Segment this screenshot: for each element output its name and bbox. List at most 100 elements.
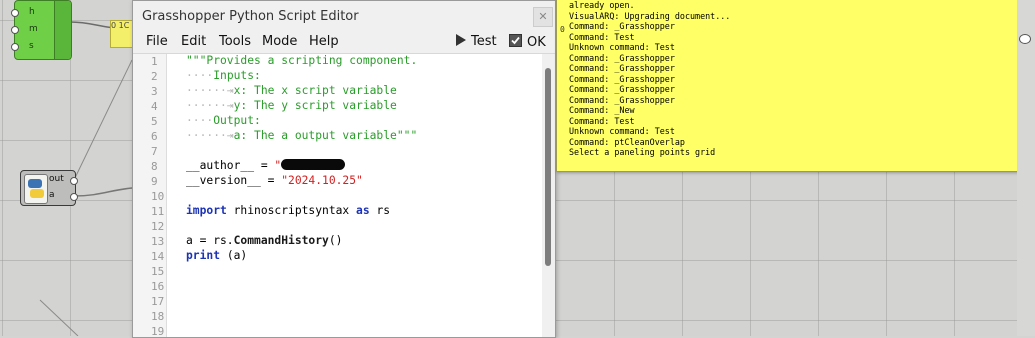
line-number: 6 bbox=[151, 130, 158, 143]
code-text: y: The y script variable bbox=[233, 99, 397, 112]
line-number: 16 bbox=[151, 280, 165, 293]
menu-file[interactable]: File bbox=[146, 34, 168, 49]
history-line: Select a paneling points grid bbox=[569, 147, 716, 157]
play-icon bbox=[456, 34, 466, 46]
code-editor[interactable]: 1 2 3 4 5 6 7 8 9 10 11 12 13 14 15 16 1… bbox=[133, 54, 541, 338]
scrollbar-thumb[interactable] bbox=[545, 68, 551, 266]
history-line: Command: _New bbox=[569, 105, 635, 115]
input-grip-m[interactable] bbox=[11, 26, 19, 34]
output-grip-out[interactable] bbox=[70, 177, 78, 185]
test-button[interactable]: Test bbox=[455, 34, 497, 49]
code-text: a = rs. bbox=[186, 234, 234, 247]
code-text: __version__ = bbox=[186, 174, 282, 187]
input-h-label: h bbox=[29, 7, 35, 17]
line-number: 14 bbox=[151, 250, 165, 263]
ok-button[interactable]: OK bbox=[509, 34, 546, 50]
command-history-panel: 0 already open. VisualARQ: Upgrading doc… bbox=[556, 0, 1019, 172]
code-text: Output: bbox=[213, 114, 261, 127]
line-number: 19 bbox=[151, 325, 165, 338]
code-text: rhinoscriptsyntax bbox=[226, 204, 357, 217]
menu-tools[interactable]: Tools bbox=[219, 34, 251, 49]
code-text: " bbox=[274, 159, 282, 172]
code-line-6: ······⇥a: The a output variable""" bbox=[186, 129, 418, 142]
input-s-label: s bbox=[29, 41, 34, 51]
line-number: 13 bbox=[151, 235, 165, 248]
code-line-9: __version__ = "2024.10.25" bbox=[186, 174, 363, 187]
code-text: (a) bbox=[220, 249, 248, 262]
code-line-5: ····Output: bbox=[186, 114, 261, 127]
menu-bar: File Edit Tools Mode Help Test OK bbox=[133, 31, 555, 54]
history-line: Command: _Grasshopper bbox=[569, 21, 675, 31]
menu-mode[interactable]: Mode bbox=[262, 34, 297, 49]
history-line: Command: _Grasshopper bbox=[569, 63, 675, 73]
code-text: "2024.10.25" bbox=[281, 174, 363, 187]
line-number: 18 bbox=[151, 310, 165, 323]
canvas-right-edge bbox=[1017, 0, 1035, 336]
panel-text: 0 1C bbox=[111, 21, 130, 30]
line-number: 15 bbox=[151, 265, 165, 278]
history-line: already open. bbox=[569, 0, 635, 10]
code-text: __author__ = bbox=[186, 159, 275, 172]
history-line: Command: _Grasshopper bbox=[569, 52, 675, 63]
input-grip[interactable] bbox=[1019, 34, 1031, 44]
history-line: VisualARQ: Upgrading document... bbox=[569, 10, 731, 21]
code-function: CommandHistory bbox=[233, 234, 329, 247]
close-button[interactable]: ✕ bbox=[533, 7, 553, 27]
vertical-scrollbar[interactable] bbox=[542, 54, 555, 337]
code-keyword: print bbox=[186, 249, 221, 262]
line-number: 5 bbox=[151, 115, 158, 128]
menu-edit[interactable]: Edit bbox=[181, 34, 206, 49]
input-grip-s[interactable] bbox=[11, 43, 19, 51]
checkbox-icon bbox=[509, 34, 522, 47]
code-text: a: The a output variable""" bbox=[233, 129, 418, 142]
line-number: 7 bbox=[151, 145, 158, 158]
menu-help[interactable]: Help bbox=[309, 34, 339, 49]
line-number: 8 bbox=[151, 160, 158, 173]
input-grip-h[interactable] bbox=[11, 9, 19, 17]
line-number: 11 bbox=[151, 205, 165, 218]
output-out-label: out bbox=[49, 174, 64, 184]
line-number: 17 bbox=[151, 295, 165, 308]
python-component[interactable]: out a bbox=[20, 170, 78, 206]
panel-index: 0 bbox=[560, 25, 565, 34]
code-line-14: print (a) bbox=[186, 249, 247, 262]
line-number: 10 bbox=[151, 190, 165, 203]
history-line: Command: Test bbox=[569, 31, 635, 42]
code-text: x: The x script variable bbox=[233, 84, 397, 97]
python-icon bbox=[24, 174, 48, 204]
line-number: 1 bbox=[151, 55, 158, 68]
history-line: Unknown command: Test bbox=[569, 126, 675, 136]
code-text: rs bbox=[369, 204, 391, 217]
redacted-author bbox=[281, 159, 346, 170]
test-label: Test bbox=[471, 34, 497, 49]
code-keyword: import bbox=[186, 204, 227, 217]
history-line: Unknown command: Test bbox=[569, 42, 675, 52]
input-m-label: m bbox=[29, 24, 38, 34]
history-line: Command: _Grasshopper bbox=[569, 73, 675, 84]
wire-diagonal bbox=[73, 59, 133, 181]
editor-titlebar[interactable]: Grasshopper Python Script Editor ✕ bbox=[133, 1, 555, 31]
wire-bottom bbox=[39, 299, 79, 336]
history-line: Command: ptCleanOverlap bbox=[569, 136, 685, 147]
line-number: 2 bbox=[151, 70, 158, 83]
code-line-1: """Provides a scripting component. bbox=[186, 54, 418, 67]
code-line-3: ······⇥x: The x script variable bbox=[186, 84, 397, 97]
code-line-8: __author__ = " bbox=[186, 159, 346, 172]
window-title: Grasshopper Python Script Editor bbox=[142, 9, 359, 24]
line-number: 9 bbox=[151, 175, 158, 188]
line-number: 4 bbox=[151, 100, 158, 113]
output-grip-a[interactable] bbox=[70, 193, 78, 201]
code-text: () bbox=[328, 234, 343, 247]
ok-label: OK bbox=[527, 35, 546, 50]
code-text: Inputs: bbox=[213, 69, 261, 82]
history-line: Command: _Grasshopper bbox=[569, 94, 675, 105]
green-component[interactable]: h m s bbox=[11, 0, 72, 60]
line-number: 3 bbox=[151, 85, 158, 98]
python-script-editor: Grasshopper Python Script Editor ✕ File … bbox=[132, 0, 556, 338]
line-number: 12 bbox=[151, 220, 165, 233]
line-number-gutter: 1 2 3 4 5 6 7 8 9 10 11 12 13 14 15 16 1… bbox=[133, 54, 167, 338]
component-output-strip bbox=[54, 1, 71, 59]
code-line-2: ····Inputs: bbox=[186, 69, 261, 82]
code-line-13: a = rs.CommandHistory() bbox=[186, 234, 342, 247]
history-line: Command: _Grasshopper bbox=[569, 84, 675, 94]
